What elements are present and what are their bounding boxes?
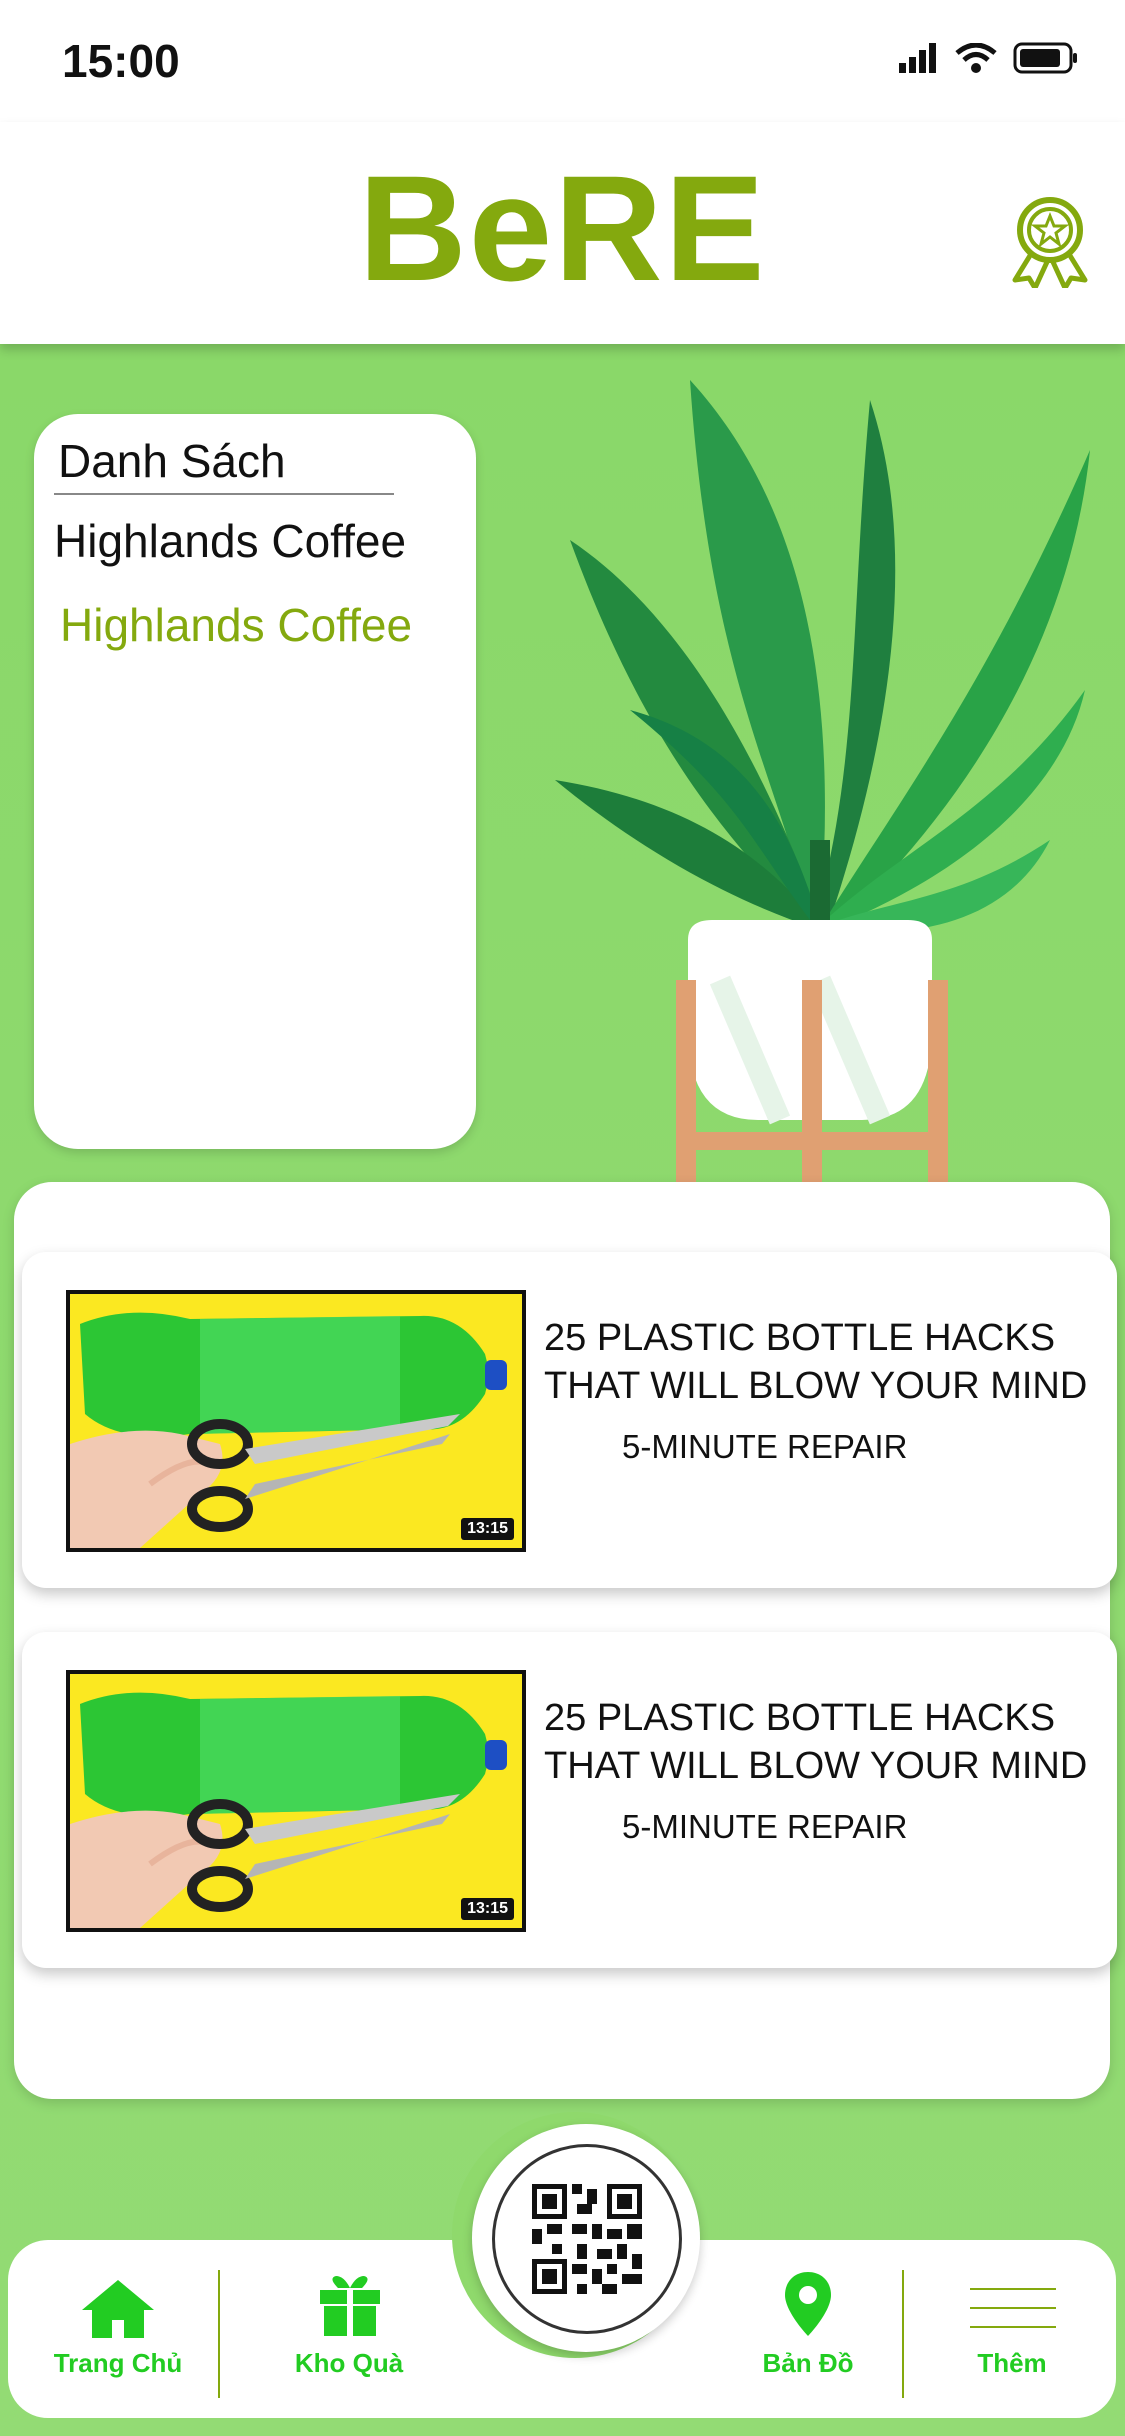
tab-map[interactable]: Bản Đồ: [704, 2240, 912, 2418]
tab-map-label: Bản Đồ: [762, 2348, 854, 2378]
app-logo: BeRE: [358, 144, 767, 312]
video-feed: 13:15 25 PLASTIC BOTTLE HACKS THAT WILL …: [14, 1182, 1117, 2099]
video-channel: 5-MINUTE REPAIR: [622, 1428, 908, 1465]
tab-gifts[interactable]: Kho Quà: [234, 2240, 464, 2418]
tab-divider: [902, 2270, 904, 2398]
signal-icon: [899, 43, 936, 73]
tab-more-label: Thêm: [977, 2348, 1047, 2378]
qr-scan-button[interactable]: [472, 2124, 700, 2352]
tab-more[interactable]: Thêm: [908, 2240, 1116, 2418]
home-icon: [82, 2280, 154, 2338]
video-duration: 13:15: [461, 1518, 514, 1540]
video-title[interactable]: 25 PLASTIC BOTTLE HACKS THAT WILL BLOW Y…: [544, 1314, 1104, 1410]
qr-code-icon: [532, 2184, 642, 2294]
bottle-hack-thumbnail-image: [70, 1674, 522, 1928]
tab-divider: [218, 2270, 220, 2398]
list-divider: [54, 493, 394, 495]
map-pin-icon: [785, 2272, 831, 2336]
wifi-icon: [955, 43, 997, 73]
status-icons: [899, 42, 1079, 74]
video-title[interactable]: 25 PLASTIC BOTTLE HACKS THAT WILL BLOW Y…: [544, 1694, 1104, 1790]
video-thumbnail[interactable]: 13:15: [66, 1290, 526, 1552]
award-button[interactable]: [1005, 192, 1095, 293]
video-card[interactable]: 13:15 25 PLASTIC BOTTLE HACKS THAT WILL …: [22, 1252, 1117, 1588]
tab-gifts-label: Kho Quà: [294, 2348, 404, 2378]
video-thumbnail[interactable]: 13:15: [66, 1670, 526, 1932]
bottle-hack-thumbnail-image: [70, 1294, 522, 1548]
status-time: 15:00: [62, 35, 180, 87]
video-card[interactable]: 13:15 25 PLASTIC BOTTLE HACKS THAT WILL …: [22, 1632, 1117, 1968]
award-icon: [1012, 197, 1088, 291]
qr-inner-ring: [492, 2144, 682, 2334]
tab-home[interactable]: Trang Chủ: [8, 2240, 228, 2418]
list-title: Danh Sách: [58, 435, 286, 487]
app-header: BeRE: [0, 122, 1125, 344]
video-channel: 5-MINUTE REPAIR: [622, 1808, 908, 1845]
video-duration: 13:15: [461, 1898, 514, 1920]
list-item-selected[interactable]: Highlands Coffee: [60, 598, 412, 652]
gift-icon: [320, 2276, 380, 2336]
menu-icon: [970, 2288, 1056, 2328]
tab-home-label: Trang Chủ: [53, 2348, 183, 2378]
list-item[interactable]: Highlands Coffee: [54, 514, 406, 568]
potted-plant-illustration: [555, 380, 1090, 1202]
battery-icon: [1013, 42, 1077, 74]
status-bar: 15:00: [0, 0, 1125, 122]
store-list-card: Danh Sách Highlands Coffee Highlands Cof…: [34, 414, 476, 1149]
